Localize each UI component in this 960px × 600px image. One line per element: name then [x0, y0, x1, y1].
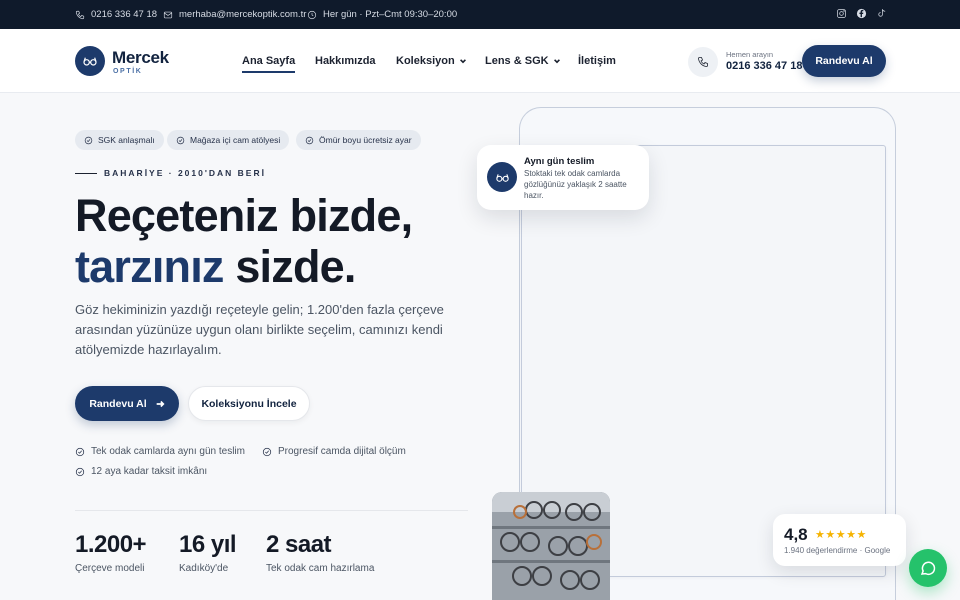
headline-line-1: Reçeteniz bizde,	[75, 190, 413, 241]
chip-lifetime-adjust: Ömür boyu ücretsiz ayar	[296, 130, 421, 150]
nav-home-label: Ana Sayfa	[242, 55, 296, 67]
logo-mark[interactable]	[75, 46, 105, 76]
chip-lifetime-adjust-label: Ömür boyu ücretsiz ayar	[319, 135, 412, 145]
nav-lens-sgk-label: Lens & SGK	[485, 55, 549, 67]
header-appointment-label: Randevu Al	[815, 55, 873, 67]
chip-sgk-label: SGK anlaşmalı	[98, 135, 155, 145]
hero-eyebrow: BAHARİYE · 2010'DAN BERİ	[104, 168, 266, 178]
call-label: Hemen arayın	[726, 50, 774, 59]
stats-divider	[75, 510, 468, 511]
chip-sgk: SGK anlaşmalı	[75, 130, 164, 150]
instagram-icon	[837, 9, 846, 18]
topbar-hours: Her gün · Pzt–Cmt 09:30–20:00	[307, 9, 457, 20]
topbar-email[interactable]: merhaba@mercekoptik.com.tr	[163, 9, 306, 20]
stat-years-value: 16 yıl	[179, 531, 237, 558]
topbar-hours-text: Her gün · Pzt–Cmt 09:30–20:00	[323, 9, 458, 20]
hero-lead: Göz hekiminizin yazdığı reçeteyle gelin;…	[75, 302, 444, 357]
call-button[interactable]	[688, 47, 718, 77]
glasses-display-photo	[492, 492, 610, 600]
clock-icon	[307, 10, 317, 19]
stat-frames-value: 1.200+	[75, 531, 147, 558]
feature-installments: 12 aya kadar taksit imkânı	[75, 466, 207, 477]
feature-digital-measure: Progresif camda dijital ölçüm	[262, 446, 406, 457]
top-bar: 0216 336 47 18 merhaba@mercekoptik.com.t…	[0, 0, 960, 29]
nav-contact[interactable]: İletişim	[578, 55, 616, 67]
nav-about-label: Hakkımızda	[315, 55, 376, 67]
glasses-icon	[83, 57, 97, 66]
brand-subtitle: OPTİK	[113, 68, 143, 75]
chevron-down-icon	[553, 59, 560, 64]
headline-accent: tarzınız	[75, 241, 224, 292]
chevron-down-icon	[459, 59, 466, 64]
chip-workshop: Mağaza içi cam atölyesi	[167, 130, 290, 150]
nav-contact-label: İletişim	[578, 55, 616, 67]
topbar-phone-text: 0216 336 47 18	[91, 9, 158, 20]
nav-lens-sgk[interactable]: Lens & SGK	[485, 55, 561, 67]
nav-collection[interactable]: Koleksiyon	[396, 55, 467, 67]
rating-card[interactable]: 4,8 ★★★★★ 1.940 değerlendirme · Google	[773, 514, 906, 566]
facebook-link[interactable]	[856, 8, 867, 19]
site-header: Mercek OPTİK Ana Sayfa Hakkımızda Koleks…	[0, 29, 960, 93]
glasses-rack-illustration	[492, 492, 610, 600]
brand-name[interactable]: Mercek	[112, 48, 169, 68]
rating-score: 4,8	[784, 525, 808, 544]
check-circle-icon	[262, 447, 272, 456]
stat-hours-value: 2 saat	[266, 531, 332, 558]
feature-digital-measure-text: Progresif camda dijital ölçüm	[278, 446, 406, 457]
nav-about[interactable]: Hakkımızda	[315, 55, 376, 67]
stat-hours-label: Tek odak cam hazırlama	[266, 563, 375, 574]
hero-headline: Reçeteniz bizde, tarzınız sizde.	[75, 190, 413, 292]
rating-reviews: 1.940 değerlendirme · Google	[784, 546, 891, 555]
whatsapp-button[interactable]	[909, 549, 947, 587]
headline-rest: sizde.	[223, 241, 356, 292]
view-collection-button[interactable]: Koleksiyonu İncele	[188, 386, 310, 421]
nav-collection-label: Koleksiyon	[396, 55, 455, 67]
rating-stars: ★★★★★	[815, 529, 867, 541]
glasses-icon	[487, 162, 517, 192]
nav-home[interactable]: Ana Sayfa	[242, 55, 296, 73]
topbar-phone[interactable]: 0216 336 47 18	[75, 9, 157, 20]
phone-icon	[698, 57, 708, 67]
arrow-right-icon	[156, 400, 165, 407]
stat-years-label: Kadıköy'de	[179, 563, 229, 574]
view-collection-label: Koleksiyonu İncele	[201, 397, 297, 410]
header-appointment-button[interactable]: Randevu Al	[802, 45, 886, 77]
check-circle-icon	[305, 136, 314, 144]
same-day-card-desc: Stoktaki tek odak camlarda gözlüğünüz ya…	[524, 169, 627, 200]
same-day-card: Aynı gün teslim Stoktaki tek odak camlar…	[477, 145, 649, 210]
feature-same-day: Tek odak camlarda aynı gün teslim	[75, 446, 245, 457]
check-circle-icon	[84, 136, 93, 144]
topbar-email-text: merhaba@mercekoptik.com.tr	[179, 9, 307, 20]
chip-workshop-label: Mağaza içi cam atölyesi	[190, 135, 281, 145]
feature-same-day-text: Tek odak camlarda aynı gün teslim	[91, 446, 245, 457]
phone-icon	[75, 10, 85, 19]
call-number[interactable]: 0216 336 47 18	[726, 60, 802, 72]
tiktok-icon	[878, 9, 886, 17]
instagram-link[interactable]	[836, 8, 847, 19]
mail-icon	[163, 11, 173, 18]
tiktok-link[interactable]	[876, 8, 887, 19]
eyebrow-line	[75, 173, 97, 174]
hero-appointment-button[interactable]: Randevu Al	[75, 386, 179, 421]
check-circle-icon	[75, 447, 85, 456]
facebook-icon	[856, 8, 867, 19]
headline-line-2: tarzınız sizde.	[75, 241, 412, 292]
same-day-card-title: Aynı gün teslim	[524, 156, 595, 167]
feature-installments-text: 12 aya kadar taksit imkânı	[91, 466, 208, 477]
stat-frames-label: Çerçeve modeli	[75, 563, 145, 574]
check-circle-icon	[75, 467, 85, 476]
chat-bubble-icon	[920, 561, 936, 575]
hero-appointment-label: Randevu Al	[89, 397, 147, 410]
check-circle-icon	[176, 136, 185, 144]
